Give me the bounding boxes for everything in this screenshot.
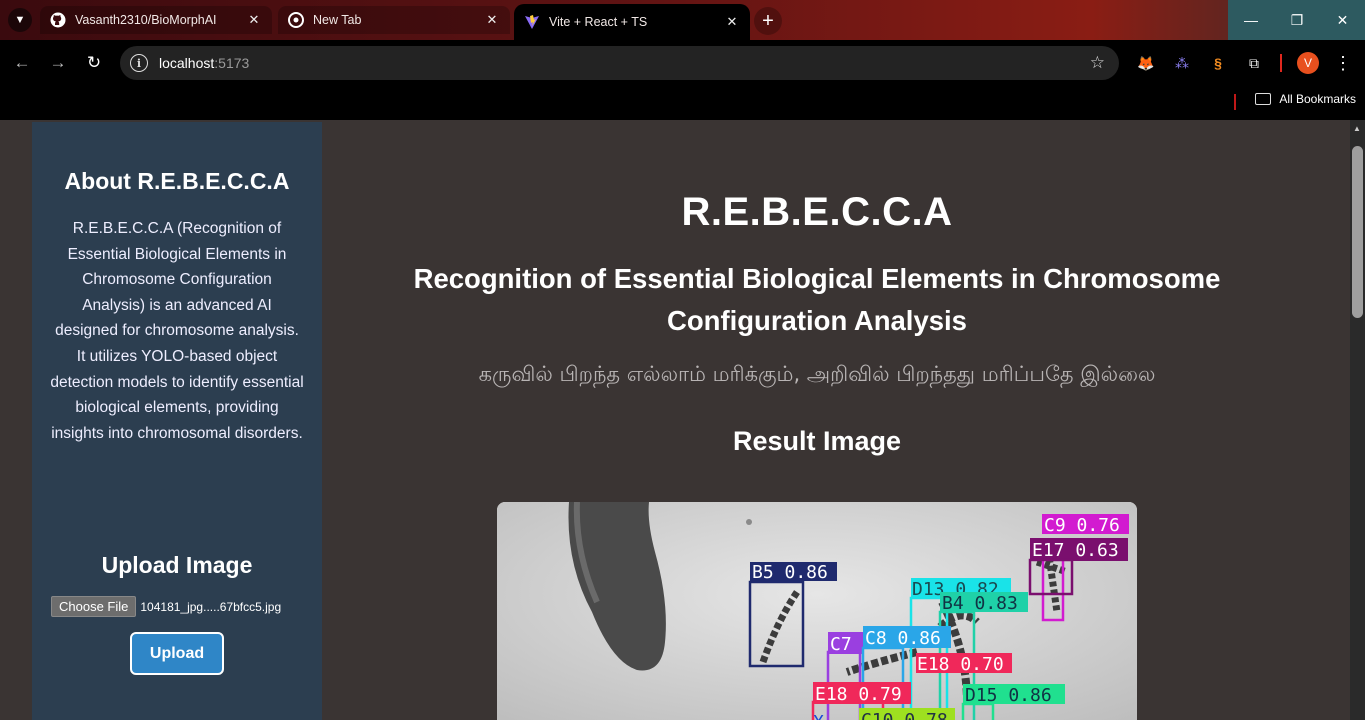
tab-vite-react[interactable]: Vite + React + TS ✕ [514, 4, 750, 40]
vite-icon [524, 14, 540, 30]
choose-file-button[interactable]: Choose File [51, 596, 137, 617]
url-port: :5173 [214, 55, 250, 71]
arrow-left-icon: ← [13, 53, 31, 72]
puzzle-icon[interactable]: ⧉ [1244, 53, 1264, 73]
github-icon [50, 12, 66, 28]
sidebar: About R.E.B.E.C.C.A R.E.B.E.C.C.A (Recog… [32, 122, 322, 720]
browser-tab-strip: ▼ Vasanth2310/BioMorphAI ✕ New Tab ✕ Vit… [0, 0, 1365, 40]
tab-github[interactable]: Vasanth2310/BioMorphAI ✕ [40, 6, 272, 34]
file-input[interactable]: Choose File 104181_jpg.....67bfcc5.jpg [51, 596, 281, 617]
detection-label: C8 0.86 [865, 628, 941, 649]
close-icon[interactable]: ✕ [246, 12, 262, 28]
file-name: 104181_jpg.....67bfcc5.jpg [140, 599, 282, 614]
chrome-icon [288, 12, 304, 28]
detection-label: E18 0.70 [917, 654, 1004, 675]
reload-icon: ↻ [86, 53, 102, 72]
restore-icon: ❐ [1290, 11, 1304, 28]
detection-label: E17 0.63 [1032, 540, 1119, 561]
toolbar-divider [1280, 54, 1282, 72]
plus-icon: + [762, 9, 774, 32]
reload-button[interactable]: ↻ [82, 51, 106, 75]
url-text: localhost:5173 [159, 55, 249, 71]
page-viewport: About R.E.B.E.C.C.A R.E.B.E.C.C.A (Recog… [0, 120, 1350, 720]
all-bookmarks-label: All Bookmarks [1279, 92, 1356, 106]
menu-kebab-icon[interactable]: ⋮ [1333, 53, 1353, 73]
tab-new-tab[interactable]: New Tab ✕ [278, 6, 510, 34]
extension-s-icon[interactable]: § [1208, 53, 1228, 73]
close-icon: ✕ [1336, 11, 1349, 28]
debris-dot [746, 519, 752, 525]
upload-title: Upload Image [101, 552, 253, 578]
tamil-quote: கருவில் பிறந்த எல்லாம் மரிக்கும், அறிவில… [478, 362, 1156, 386]
tab-title: Vasanth2310/BioMorphAI [75, 13, 217, 27]
detection-box-c10: C10 0.78 [859, 708, 955, 720]
main-panel: R.E.B.E.C.C.A Recognition of Essential B… [322, 120, 1350, 720]
extension-icon[interactable]: ⁂ [1172, 53, 1192, 73]
scrollbar-thumb[interactable] [1352, 146, 1363, 318]
minimize-button[interactable]: — [1228, 0, 1274, 40]
site-info-icon[interactable]: i [130, 54, 148, 72]
page-title: R.E.B.E.C.C.A [681, 190, 953, 234]
detection-label: C10 0.78 [861, 710, 948, 720]
browser-toolbar: ← → ↻ i localhost:5173 ☆ 🦊 ⁂ § ⧉ V ⋮ [0, 40, 1365, 86]
result-title: Result Image [732, 426, 902, 456]
bookmarks-bar: All Bookmarks [0, 86, 1365, 120]
detection-label: C9 0.76 [1044, 515, 1120, 536]
tab-title: Vite + React + TS [549, 15, 648, 29]
all-bookmarks-button[interactable]: All Bookmarks [1255, 92, 1356, 106]
scroll-up-icon[interactable]: ▲ [1353, 124, 1361, 133]
new-tab-button[interactable]: + [754, 7, 782, 35]
avatar[interactable]: V [1297, 52, 1319, 74]
detection-label: X [813, 712, 824, 720]
tab-title: New Tab [313, 13, 362, 27]
result-image-canvas: B5 0.86 C9 0.76 E17 0.63 D13 0.82 B4 0.8… [497, 502, 1137, 720]
page-subtitle: Recognition of Essential Biological Elem… [413, 263, 1221, 336]
close-window-button[interactable]: ✕ [1320, 0, 1365, 40]
back-button[interactable]: ← [10, 51, 34, 75]
tab-search-button[interactable]: ▼ [8, 8, 32, 32]
metamask-extension-icon[interactable]: 🦊 [1136, 53, 1156, 73]
forward-button[interactable]: → [46, 51, 70, 75]
bookmark-star-icon[interactable]: ☆ [1090, 53, 1105, 73]
detection-box-x: X [813, 712, 824, 720]
upload-button[interactable]: Upload [130, 632, 224, 675]
close-icon[interactable]: ✕ [724, 14, 740, 30]
detection-box-e18-a: E18 0.70 [916, 653, 1012, 675]
minimize-icon: — [1244, 12, 1258, 28]
folder-icon [1255, 93, 1272, 105]
about-text: R.E.B.E.C.C.A (Recognition of Essential … [50, 220, 304, 442]
restore-button[interactable]: ❐ [1274, 0, 1320, 40]
url-host: localhost [159, 55, 215, 71]
bookmarks-divider [1234, 94, 1236, 110]
arrow-right-icon: → [49, 53, 67, 72]
close-icon[interactable]: ✕ [484, 12, 500, 28]
address-bar[interactable]: i localhost:5173 ☆ [120, 46, 1119, 80]
result-image: B5 0.86 C9 0.76 E17 0.63 D13 0.82 B4 0.8… [497, 502, 1137, 720]
chevron-down-icon: ▼ [14, 14, 26, 26]
about-title: About R.E.B.E.C.C.A [64, 168, 290, 194]
detection-label: B5 0.86 [752, 562, 828, 583]
